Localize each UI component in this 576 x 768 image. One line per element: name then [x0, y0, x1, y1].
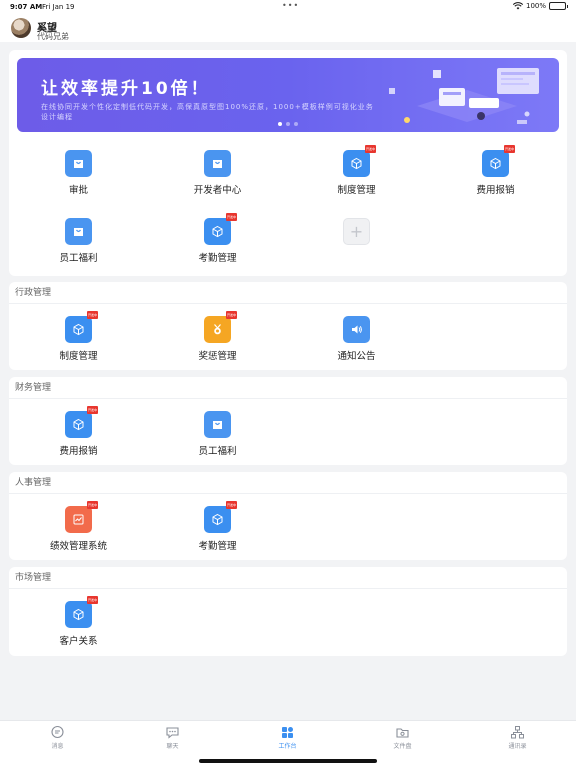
section-title: 人事管理 — [9, 472, 567, 494]
app-label: 考勤管理 — [198, 541, 237, 552]
tab-label: 通讯录 — [508, 743, 527, 750]
app-label: 费用报销 — [59, 446, 98, 457]
multitasking-dots-icon[interactable]: ••• — [282, 1, 299, 10]
dev-badge: 开发中 — [87, 406, 98, 414]
page-dot[interactable] — [286, 122, 290, 126]
plus-icon: + — [343, 218, 370, 245]
battery-percent: 100% — [525, 2, 546, 10]
app-label: 通知公告 — [337, 351, 376, 362]
status-date: Fri Jan 19 — [42, 3, 75, 11]
section-admin: 行政管理 开发中 制度管理 开发中 奖惩管理 通知公告 — [9, 282, 567, 370]
medal-icon — [204, 316, 231, 343]
app-employee-benefits[interactable]: 员工福利 — [9, 210, 148, 266]
app-approval[interactable]: 审批 — [9, 142, 148, 198]
app-customer-relations[interactable]: 开发中 客户关系 — [9, 593, 148, 649]
app-employee-benefits[interactable]: 员工福利 — [148, 403, 287, 459]
app-performance-management[interactable]: 开发中 绩效管理系统 — [9, 498, 148, 554]
tab-label: 聊天 — [166, 743, 179, 750]
dev-badge: 开发中 — [87, 501, 98, 509]
dev-badge: 开发中 — [226, 311, 237, 319]
section-finance: 财务管理 开发中 费用报销 员工福利 — [9, 377, 567, 465]
app-expense-reimbursement[interactable]: 开发中 费用报销 — [9, 403, 148, 459]
dev-badge: 开发中 — [226, 501, 237, 509]
banner-pagination[interactable] — [17, 122, 559, 126]
app-developer-center[interactable]: 开发者中心 — [148, 142, 287, 198]
status-bar: 9:07 AM Fri Jan 19 ••• 100% — [0, 0, 576, 14]
app-label: 员工福利 — [198, 446, 237, 457]
page-dot[interactable] — [294, 122, 298, 126]
tab-contacts[interactable]: 通讯录 — [460, 721, 575, 768]
user-subtitle: 代码兄弟 — [37, 32, 69, 41]
chat-icon — [166, 727, 179, 739]
section-title: 财务管理 — [9, 377, 567, 399]
dev-badge: 开发中 — [87, 596, 98, 604]
bag-icon — [65, 218, 92, 245]
top-apps-grid: 审批 开发者中心 开发中 制度管理 开发中 费用报销 员工福利 开发中 考勤管理… — [9, 140, 567, 276]
message-icon — [51, 725, 64, 739]
bag-icon — [204, 150, 231, 177]
tab-label: 工作台 — [278, 743, 297, 750]
app-attendance-management[interactable]: 开发中 考勤管理 — [148, 498, 287, 554]
section-apps: 开发中 费用报销 员工福利 — [9, 401, 567, 463]
promo-banner[interactable]: 让效率提升10倍！ 在线协同开发个性化定制低代码开发，高保真原型图100%还原，… — [17, 58, 559, 132]
home-indicator[interactable] — [199, 759, 377, 763]
wifi-icon — [512, 2, 523, 10]
app-announcements[interactable]: 通知公告 — [287, 308, 426, 364]
page-dot[interactable] — [278, 122, 282, 126]
chart-icon — [65, 506, 92, 533]
cube-icon — [343, 150, 370, 177]
cube-icon — [65, 601, 92, 628]
dev-badge: 开发中 — [365, 145, 376, 153]
section-apps: 开发中 绩效管理系统 开发中 考勤管理 — [9, 496, 567, 558]
app-label: 费用报销 — [476, 185, 515, 196]
cube-icon — [65, 411, 92, 438]
banner-title: 让效率提升10倍！ — [41, 79, 211, 99]
cube-icon — [65, 316, 92, 343]
header: 奚望 代码兄弟 — [0, 14, 576, 42]
app-policy-management[interactable]: 开发中 制度管理 — [287, 142, 426, 198]
bag-icon — [65, 150, 92, 177]
app-label: 开发者中心 — [193, 185, 242, 196]
app-label: 员工福利 — [59, 253, 98, 264]
dev-badge: 开发中 — [504, 145, 515, 153]
cube-icon — [204, 218, 231, 245]
app-label: 客户关系 — [59, 636, 98, 647]
section-title: 市场管理 — [9, 567, 567, 589]
speaker-icon — [343, 316, 370, 343]
status-right: 100% — [512, 2, 568, 10]
app-policy-management[interactable]: 开发中 制度管理 — [9, 308, 148, 364]
app-rewards-penalties[interactable]: 开发中 奖惩管理 — [148, 308, 287, 364]
app-label: 绩效管理系统 — [49, 541, 107, 552]
contacts-icon — [511, 726, 524, 739]
battery-icon — [549, 2, 568, 10]
app-label: 考勤管理 — [198, 253, 237, 264]
app-attendance-management[interactable]: 开发中 考勤管理 — [148, 210, 287, 266]
section-marketing: 市场管理 开发中 客户关系 — [9, 567, 567, 656]
section-title: 行政管理 — [9, 282, 567, 304]
banner-subtitle: 在线协同开发个性化定制低代码开发，高保真原型图100%还原，1000+模板样例可… — [41, 103, 374, 121]
section-hr: 人事管理 开发中 绩效管理系统 开发中 考勤管理 — [9, 472, 567, 560]
workspace-card: 让效率提升10倍！ 在线协同开发个性化定制低代码开发，高保真原型图100%还原，… — [9, 50, 567, 276]
avatar[interactable] — [11, 18, 31, 38]
section-apps: 开发中 客户关系 — [9, 591, 567, 653]
app-expense-reimbursement[interactable]: 开发中 费用报销 — [426, 142, 565, 198]
banner-illustration — [389, 68, 539, 124]
cube-icon — [482, 150, 509, 177]
cube-icon — [204, 506, 231, 533]
app-label: 制度管理 — [337, 185, 376, 196]
dev-badge: 开发中 — [226, 213, 237, 221]
section-apps: 开发中 制度管理 开发中 奖惩管理 通知公告 — [9, 306, 567, 368]
grid-icon — [282, 727, 293, 738]
app-label: 制度管理 — [59, 351, 98, 362]
tab-label: 消息 — [51, 743, 64, 750]
add-app-button[interactable]: + — [287, 210, 426, 266]
tab-label: 文件盘 — [393, 743, 412, 750]
bag-icon — [204, 411, 231, 438]
app-label: 审批 — [68, 185, 88, 196]
tab-messages[interactable]: 消息 — [0, 721, 115, 768]
dev-badge: 开发中 — [87, 311, 98, 319]
app-label: 奖惩管理 — [198, 351, 237, 362]
status-time: 9:07 AM — [10, 3, 43, 11]
folder-icon — [396, 728, 409, 738]
